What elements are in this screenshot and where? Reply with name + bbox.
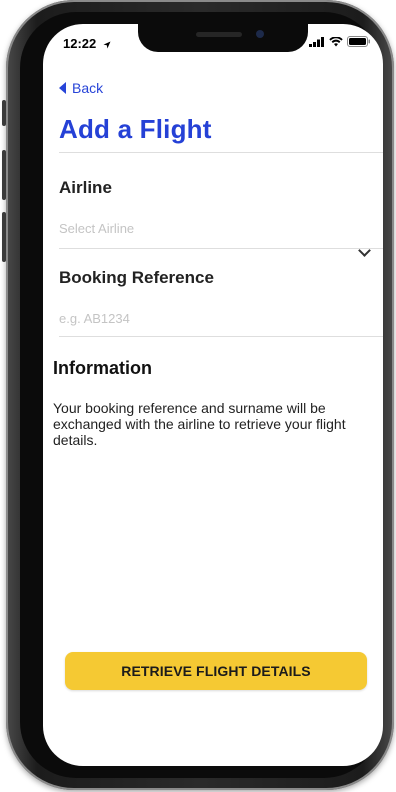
side-button-mute xyxy=(2,100,6,126)
side-button-volume-up xyxy=(2,150,6,200)
wifi-icon xyxy=(329,36,343,46)
page-title: Add a Flight xyxy=(59,114,212,144)
airline-label: Airline xyxy=(59,178,112,197)
side-button-volume-down xyxy=(2,212,6,262)
airline-divider xyxy=(59,248,383,249)
information-text: Your booking reference and surname will … xyxy=(53,400,346,448)
title-divider xyxy=(59,152,383,153)
speaker-grille xyxy=(196,32,242,37)
status-time: 12:22 xyxy=(63,36,111,51)
location-arrow-icon xyxy=(103,41,111,49)
airline-select[interactable] xyxy=(59,221,349,236)
retrieve-flight-details-button[interactable]: RETRIEVE FLIGHT DETAILS xyxy=(65,652,367,690)
booking-reference-label: Booking Reference xyxy=(59,268,214,287)
status-icons xyxy=(309,36,371,47)
booking-divider xyxy=(59,336,383,337)
information-heading: Information xyxy=(53,358,152,378)
signal-bars-icon xyxy=(309,36,324,47)
battery-icon xyxy=(347,36,370,47)
back-label: Back xyxy=(72,80,104,96)
app-screen: 12:22 Back Add a Flight Airline Select A… xyxy=(43,24,383,766)
back-chevron-icon xyxy=(59,82,66,94)
back-button[interactable]: Back xyxy=(59,80,103,96)
camera-notch xyxy=(138,24,308,52)
status-time-text: 12:22 xyxy=(63,36,97,51)
chevron-down-icon[interactable] xyxy=(358,244,371,257)
booking-reference-input[interactable] xyxy=(59,311,349,326)
front-camera xyxy=(256,30,264,38)
